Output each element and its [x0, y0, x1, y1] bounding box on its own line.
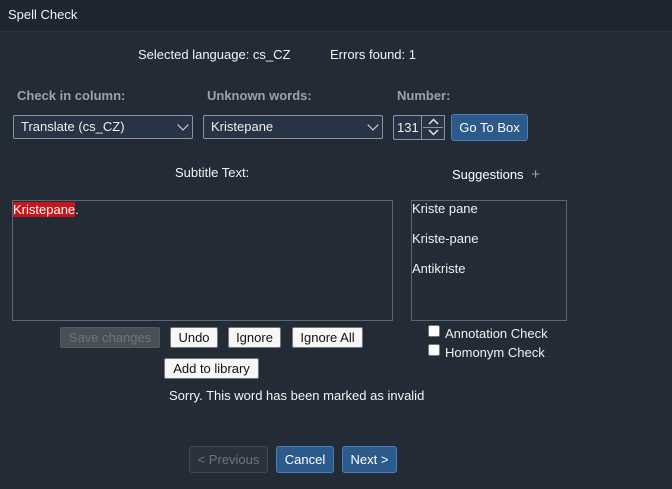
misspelled-word: Kristepane [13, 202, 76, 217]
homonym-check-checkbox[interactable] [428, 344, 440, 356]
number-input[interactable]: 131 [393, 115, 421, 140]
homonym-check-label: Homonym Check [445, 345, 545, 360]
annotation-check-label: Annotation Check [445, 326, 548, 341]
subtitle-text-content: Kristepane. [13, 202, 79, 218]
window-title: Spell Check [8, 7, 78, 22]
title-bar: Spell Check [0, 0, 672, 32]
unknown-word-select-value: Kristepane [211, 119, 274, 134]
add-suggestion-icon[interactable]: + [531, 166, 540, 183]
chevron-up-icon [428, 118, 439, 125]
subtitle-trailing: . [75, 202, 79, 217]
invalid-word-message: Sorry. This word has been marked as inva… [169, 388, 425, 403]
suggestions-header: Suggestions + [452, 166, 540, 183]
subtitle-text-area[interactable]: Kristepane. [12, 200, 393, 321]
go-to-box-button[interactable]: Go To Box [451, 114, 528, 141]
ignore-button[interactable]: Ignore [228, 327, 281, 348]
errors-found-status: Errors found: 1 [330, 47, 416, 62]
check-in-column-label: Check in column: [17, 88, 126, 103]
add-to-library-button[interactable]: Add to library [164, 358, 259, 379]
undo-button[interactable]: Undo [170, 327, 218, 348]
previous-button[interactable]: < Previous [189, 446, 268, 473]
suggestions-label: Suggestions [452, 167, 524, 182]
suggestion-item[interactable]: Kriste pane [412, 201, 478, 216]
number-input-value: 131 [397, 120, 419, 135]
suggestion-item[interactable]: Antikriste [412, 261, 465, 276]
chevron-down-icon [428, 129, 439, 136]
stepper-down-button[interactable] [423, 127, 443, 138]
unknown-words-label: Unknown words: [207, 88, 312, 103]
column-select[interactable]: Translate (cs_CZ) [13, 115, 193, 139]
annotation-check-checkbox[interactable] [428, 325, 440, 337]
number-stepper[interactable] [421, 115, 445, 140]
column-select-value: Translate (cs_CZ) [21, 119, 125, 134]
chevron-down-icon [367, 119, 379, 131]
selected-language-status: Selected language: cs_CZ [138, 47, 291, 62]
suggestion-item[interactable]: Kriste-pane [412, 231, 478, 246]
unknown-word-select[interactable]: Kristepane [203, 115, 383, 139]
cancel-button[interactable]: Cancel [276, 446, 334, 473]
subtitle-text-label: Subtitle Text: [175, 165, 250, 180]
chevron-down-icon [177, 119, 189, 131]
save-changes-button[interactable]: Save changes [60, 327, 160, 348]
next-button[interactable]: Next > [342, 446, 397, 473]
number-label: Number: [397, 88, 451, 103]
ignore-all-button[interactable]: Ignore All [292, 327, 363, 348]
